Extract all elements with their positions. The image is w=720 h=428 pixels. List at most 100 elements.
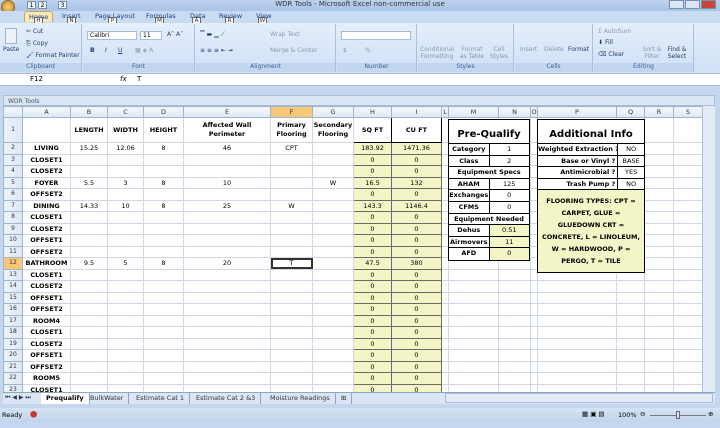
cell[interactable]: 0 xyxy=(391,165,442,178)
cell[interactable] xyxy=(107,326,144,339)
cell[interactable]: 0 xyxy=(353,337,392,350)
cell[interactable] xyxy=(644,165,674,178)
cell[interactable] xyxy=(270,291,313,304)
cell[interactable] xyxy=(107,188,144,201)
cell[interactable] xyxy=(537,360,617,373)
info-value[interactable]: YES xyxy=(618,167,644,178)
sheet-tab-moisture-readings[interactable]: Moisture Readings xyxy=(265,393,336,404)
aham-value[interactable]: 125 xyxy=(490,179,530,190)
cell[interactable] xyxy=(270,165,313,178)
cell[interactable]: 15.25 xyxy=(70,142,108,155)
row-header[interactable]: 7 xyxy=(3,199,23,212)
cell[interactable] xyxy=(644,268,674,281)
cell[interactable]: 0 xyxy=(353,153,392,166)
info-value[interactable]: BASE xyxy=(618,156,644,167)
qat-undo-button[interactable]: 2 xyxy=(38,1,47,9)
column-title[interactable]: Affected Wall Perimeter xyxy=(183,117,271,143)
cell[interactable] xyxy=(673,303,702,316)
cell[interactable] xyxy=(107,372,144,385)
cell[interactable]: 0 xyxy=(353,222,392,235)
cell[interactable] xyxy=(107,303,144,316)
cell[interactable] xyxy=(70,188,108,201)
cell[interactable] xyxy=(537,372,617,385)
cell[interactable] xyxy=(143,153,184,166)
cell[interactable] xyxy=(644,153,674,166)
cfms-value[interactable]: 0 xyxy=(490,202,530,213)
cell[interactable] xyxy=(270,211,313,224)
room-name-cell[interactable]: DINING xyxy=(22,199,71,212)
cell[interactable] xyxy=(270,222,313,235)
cell[interactable] xyxy=(183,349,271,362)
cell[interactable] xyxy=(107,222,144,235)
row-header[interactable]: 15 xyxy=(3,291,23,304)
cell[interactable] xyxy=(673,199,702,212)
cell[interactable] xyxy=(616,337,645,350)
cell[interactable] xyxy=(312,303,354,316)
cell[interactable] xyxy=(183,326,271,339)
room-name-cell[interactable]: CLOSET1 xyxy=(22,326,71,339)
cell[interactable]: 1146.4 xyxy=(391,199,442,212)
cell[interactable]: 10 xyxy=(107,199,144,212)
format-painter-button[interactable]: 🖌 Format Painter xyxy=(26,52,80,59)
cell[interactable] xyxy=(143,314,184,327)
cell[interactable] xyxy=(270,153,313,166)
cell[interactable] xyxy=(143,268,184,281)
cell[interactable] xyxy=(70,360,108,373)
class-value[interactable]: 2 xyxy=(490,156,530,167)
cell[interactable] xyxy=(312,257,354,270)
cell[interactable] xyxy=(673,245,702,258)
cell[interactable] xyxy=(70,234,108,247)
cell[interactable] xyxy=(448,268,499,281)
cell[interactable] xyxy=(537,291,617,304)
cell[interactable] xyxy=(70,314,108,327)
column-header[interactable]: G xyxy=(312,106,354,118)
cell[interactable] xyxy=(107,337,144,350)
cell[interactable]: 46 xyxy=(183,142,271,155)
copy-button[interactable]: ⎘ Copy xyxy=(26,40,48,48)
cell[interactable] xyxy=(441,349,449,362)
column-header[interactable]: B xyxy=(70,106,108,118)
room-name-cell[interactable]: CLOSET1 xyxy=(22,268,71,281)
cell[interactable]: 0 xyxy=(353,291,392,304)
room-name-cell[interactable]: OFFSET2 xyxy=(22,303,71,316)
cell[interactable] xyxy=(448,303,499,316)
cell[interactable] xyxy=(644,291,674,304)
cell[interactable]: W xyxy=(312,176,354,189)
cell[interactable] xyxy=(270,303,313,316)
cell[interactable] xyxy=(107,291,144,304)
cell[interactable]: 3 xyxy=(107,176,144,189)
vertical-scrollbar[interactable] xyxy=(702,106,715,394)
cell[interactable] xyxy=(312,337,354,350)
cell[interactable]: 0 xyxy=(353,360,392,373)
cell[interactable] xyxy=(183,234,271,247)
cell[interactable] xyxy=(70,372,108,385)
cell[interactable]: 0 xyxy=(353,314,392,327)
cell[interactable]: 0 xyxy=(391,303,442,316)
cell[interactable] xyxy=(143,188,184,201)
column-header[interactable]: M xyxy=(448,106,499,118)
column-title[interactable]: Primary Flooring xyxy=(270,117,313,143)
column-title[interactable]: CU FT xyxy=(391,117,442,143)
sort-filter-button[interactable]: Sort & Filter xyxy=(642,46,662,60)
cell[interactable]: 0 xyxy=(391,268,442,281)
cell[interactable] xyxy=(107,268,144,281)
cell[interactable] xyxy=(183,372,271,385)
cell[interactable] xyxy=(107,153,144,166)
cell[interactable]: W xyxy=(270,199,313,212)
cell[interactable] xyxy=(673,176,702,189)
cell[interactable]: 0 xyxy=(391,234,442,247)
cell[interactable]: 20 xyxy=(183,257,271,270)
row-header[interactable]: 8 xyxy=(3,211,23,224)
cell[interactable] xyxy=(673,188,702,201)
cell[interactable] xyxy=(673,234,702,247)
cell[interactable]: 0 xyxy=(353,268,392,281)
cell[interactable]: 0 xyxy=(391,291,442,304)
cell[interactable]: 0 xyxy=(353,188,392,201)
room-name-cell[interactable]: OFFSET1 xyxy=(22,234,71,247)
column-title[interactable]: SQ FT xyxy=(353,117,392,143)
cell[interactable] xyxy=(530,303,538,316)
cell[interactable]: 380 xyxy=(391,257,442,270)
cell[interactable]: 0 xyxy=(353,280,392,293)
room-name-cell[interactable]: ROOM5 xyxy=(22,372,71,385)
cell[interactable] xyxy=(270,188,313,201)
